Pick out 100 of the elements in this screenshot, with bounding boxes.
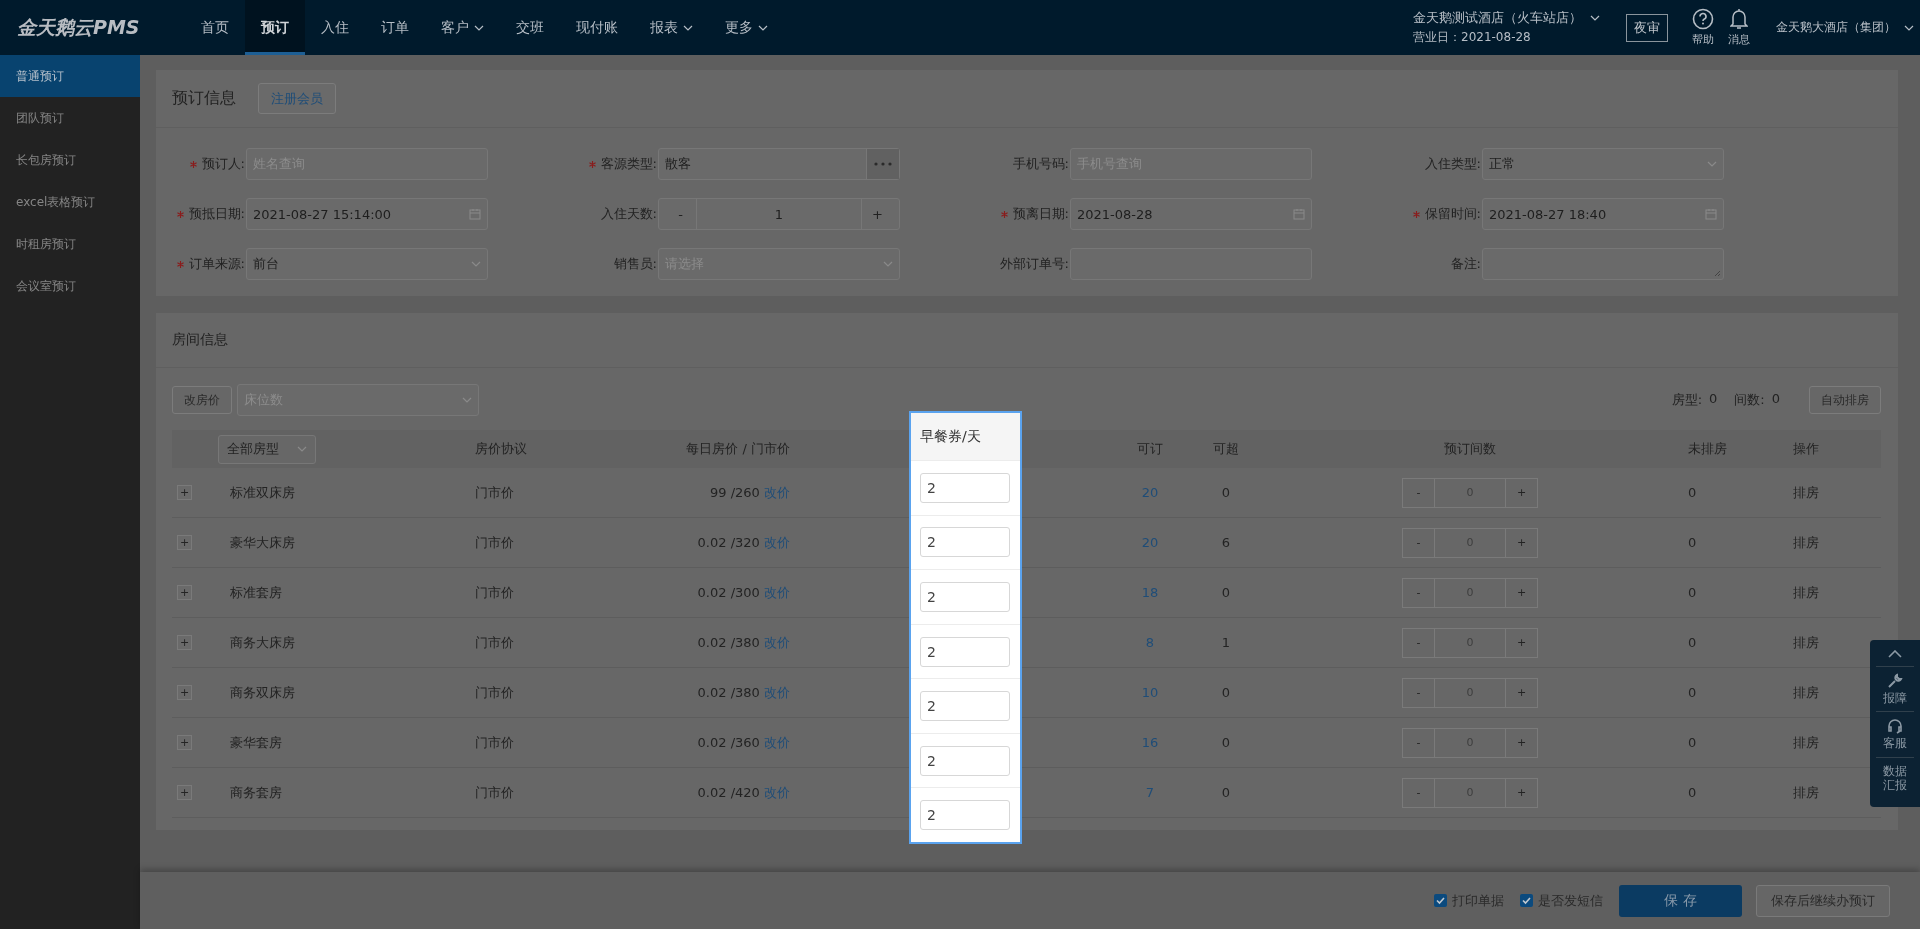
- nav-tab[interactable]: 现付账: [560, 0, 634, 55]
- sidebar-item[interactable]: excel表格预订: [0, 181, 140, 223]
- field-label: 订单来源:: [188, 255, 245, 273]
- change-price-button[interactable]: 改房价: [172, 386, 232, 414]
- date-field[interactable]: 2021-08-27 18:40: [1482, 198, 1724, 230]
- decrement-button[interactable]: -: [665, 199, 697, 229]
- night-audit-button[interactable]: 夜审: [1626, 13, 1668, 42]
- field-label: 销售员:: [613, 255, 657, 273]
- expand-button[interactable]: +: [177, 535, 192, 550]
- checkbox-icon[interactable]: [1434, 894, 1447, 907]
- decrement-button[interactable]: -: [1403, 528, 1434, 557]
- available-count-link[interactable]: 20: [1141, 535, 1159, 550]
- available-count-link[interactable]: 20: [1141, 485, 1159, 500]
- nav-tab[interactable]: 预订: [245, 0, 305, 55]
- number-stepper[interactable]: - 1 +: [658, 198, 900, 230]
- increment-button[interactable]: +: [1506, 678, 1537, 707]
- sidebar-item[interactable]: 团队预订: [0, 97, 140, 139]
- nav-tab[interactable]: 更多: [709, 0, 784, 55]
- assign-room-link[interactable]: 排房: [1793, 534, 1819, 550]
- register-member-button[interactable]: 注册会员: [258, 83, 336, 114]
- save-button[interactable]: 保 存: [1619, 884, 1742, 917]
- assign-room-link[interactable]: 排房: [1793, 584, 1819, 600]
- table-cell: 商务套房: [230, 784, 282, 800]
- decrement-button[interactable]: -: [1403, 778, 1434, 807]
- available-count-link[interactable]: 8: [1145, 635, 1155, 650]
- expand-button[interactable]: +: [177, 635, 192, 650]
- field-label: 预抵日期:: [188, 205, 245, 223]
- increment-button[interactable]: +: [1506, 728, 1537, 757]
- expand-button[interactable]: +: [177, 585, 192, 600]
- nav-tab[interactable]: 客户: [425, 0, 500, 55]
- sidebar-item[interactable]: 会议室预订: [0, 265, 140, 307]
- assign-room-link[interactable]: 排房: [1793, 734, 1819, 750]
- side-tool-button[interactable]: 数据汇报: [1876, 756, 1914, 799]
- change-price-link[interactable]: 改价: [764, 534, 790, 550]
- help-button[interactable]: 帮助: [1692, 8, 1714, 47]
- table-cell: 商务双床房: [230, 684, 295, 700]
- room-type-filter[interactable]: 全部房型: [218, 434, 316, 464]
- increment-button[interactable]: +: [1506, 628, 1537, 657]
- nav-tab[interactable]: 入住: [305, 0, 365, 55]
- table-cell: 0: [1688, 735, 1697, 750]
- change-price-link[interactable]: 改价: [764, 734, 790, 750]
- nav-tab[interactable]: 报表: [634, 0, 709, 55]
- sidebar-item[interactable]: 普通预订: [0, 55, 140, 97]
- available-count-link[interactable]: 16: [1141, 735, 1159, 750]
- date-field[interactable]: 2021-08-28: [1070, 198, 1312, 230]
- increment-button[interactable]: +: [861, 199, 893, 229]
- table-cell: 商务大床房: [230, 634, 295, 650]
- checkbox-icon[interactable]: [1520, 894, 1533, 907]
- breakfast-input[interactable]: 2: [920, 636, 1010, 667]
- breakfast-input[interactable]: 2: [920, 691, 1010, 722]
- table-cell: 0: [1688, 785, 1697, 800]
- select-field[interactable]: 正常: [1482, 148, 1724, 180]
- decrement-button[interactable]: -: [1403, 478, 1434, 507]
- breakfast-input[interactable]: 2: [920, 581, 1010, 612]
- change-price-link[interactable]: 改价: [764, 634, 790, 650]
- available-count-link[interactable]: 10: [1141, 685, 1159, 700]
- select-field[interactable]: 前台: [246, 248, 488, 280]
- messages-button[interactable]: 消息: [1728, 8, 1750, 47]
- assign-room-link[interactable]: 排房: [1793, 784, 1819, 800]
- available-count-link[interactable]: 7: [1145, 785, 1155, 800]
- change-price-link[interactable]: 改价: [764, 784, 790, 800]
- expand-button[interactable]: +: [177, 485, 192, 500]
- group-name[interactable]: 金天鹅大酒店（集团）: [1776, 19, 1896, 36]
- increment-button[interactable]: +: [1506, 528, 1537, 557]
- side-tool-button[interactable]: 客服: [1876, 711, 1914, 757]
- increment-button[interactable]: +: [1506, 578, 1537, 607]
- sidebar-item[interactable]: 长包房预订: [0, 139, 140, 181]
- expand-button[interactable]: +: [177, 785, 192, 800]
- nav-tab[interactable]: 交班: [500, 0, 560, 55]
- table-cell: 6: [1221, 535, 1231, 550]
- decrement-button[interactable]: -: [1403, 628, 1434, 657]
- textarea-field[interactable]: [1482, 248, 1724, 280]
- breakfast-input[interactable]: 2: [920, 472, 1010, 503]
- nav-tab[interactable]: 订单: [365, 0, 425, 55]
- assign-room-link[interactable]: 排房: [1793, 634, 1819, 650]
- table-cell: 0: [1688, 485, 1697, 500]
- change-price-link[interactable]: 改价: [764, 684, 790, 700]
- hotel-name[interactable]: 金天鹅测试酒店（火车站店）: [1413, 9, 1582, 27]
- change-price-link[interactable]: 改价: [764, 584, 790, 600]
- expand-button[interactable]: +: [177, 685, 192, 700]
- assign-room-link[interactable]: 排房: [1793, 484, 1819, 500]
- change-price-link[interactable]: 改价: [764, 484, 790, 500]
- breakfast-input[interactable]: 2: [920, 527, 1010, 558]
- breakfast-input[interactable]: 2: [920, 745, 1010, 776]
- save-and-continue-button[interactable]: 保存后继续办预订: [1756, 884, 1890, 917]
- select-field[interactable]: 散客: [658, 148, 900, 180]
- available-count-link[interactable]: 18: [1141, 585, 1159, 600]
- increment-button[interactable]: +: [1506, 778, 1537, 807]
- breakfast-input[interactable]: 2: [920, 800, 1010, 831]
- side-tool-button[interactable]: 报障: [1876, 666, 1914, 712]
- assign-room-link[interactable]: 排房: [1793, 684, 1819, 700]
- decrement-button[interactable]: -: [1403, 678, 1434, 707]
- increment-button[interactable]: +: [1506, 478, 1537, 507]
- decrement-button[interactable]: -: [1403, 578, 1434, 607]
- section-title: 预订信息: [172, 88, 236, 109]
- nav-tab[interactable]: 首页: [185, 0, 245, 55]
- sidebar-item[interactable]: 时租房预订: [0, 223, 140, 265]
- decrement-button[interactable]: -: [1403, 728, 1434, 757]
- expand-button[interactable]: +: [177, 735, 192, 750]
- date-field[interactable]: 2021-08-27 15:14:00: [246, 198, 488, 230]
